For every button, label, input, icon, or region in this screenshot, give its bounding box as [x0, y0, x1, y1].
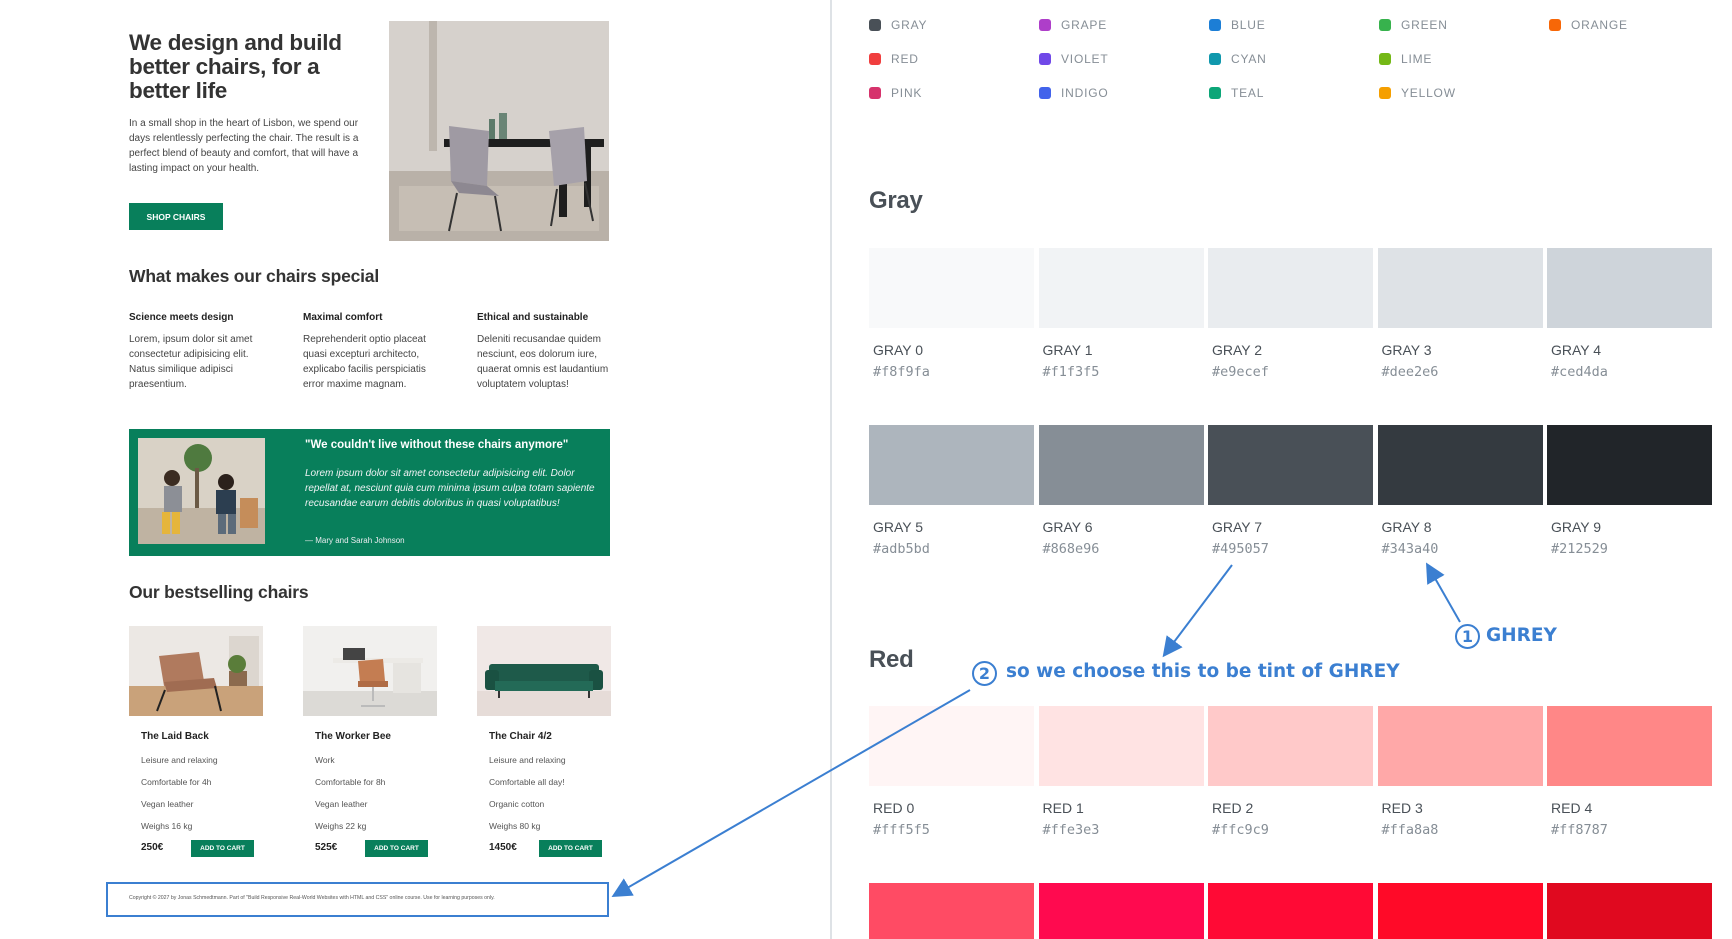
annotation-number-2: 2	[972, 661, 997, 686]
arrow-to-gray7	[1162, 564, 1233, 658]
annotation-number-1: 1	[1455, 624, 1480, 649]
arrow-to-gray8	[1426, 562, 1461, 623]
arrow-to-footer	[611, 689, 971, 898]
annotation-text-1: GHREY	[1486, 625, 1557, 646]
annotation-arrows	[611, 562, 1461, 898]
annotation-text-2: so we choose this to be tint of GHREY	[1006, 661, 1400, 682]
